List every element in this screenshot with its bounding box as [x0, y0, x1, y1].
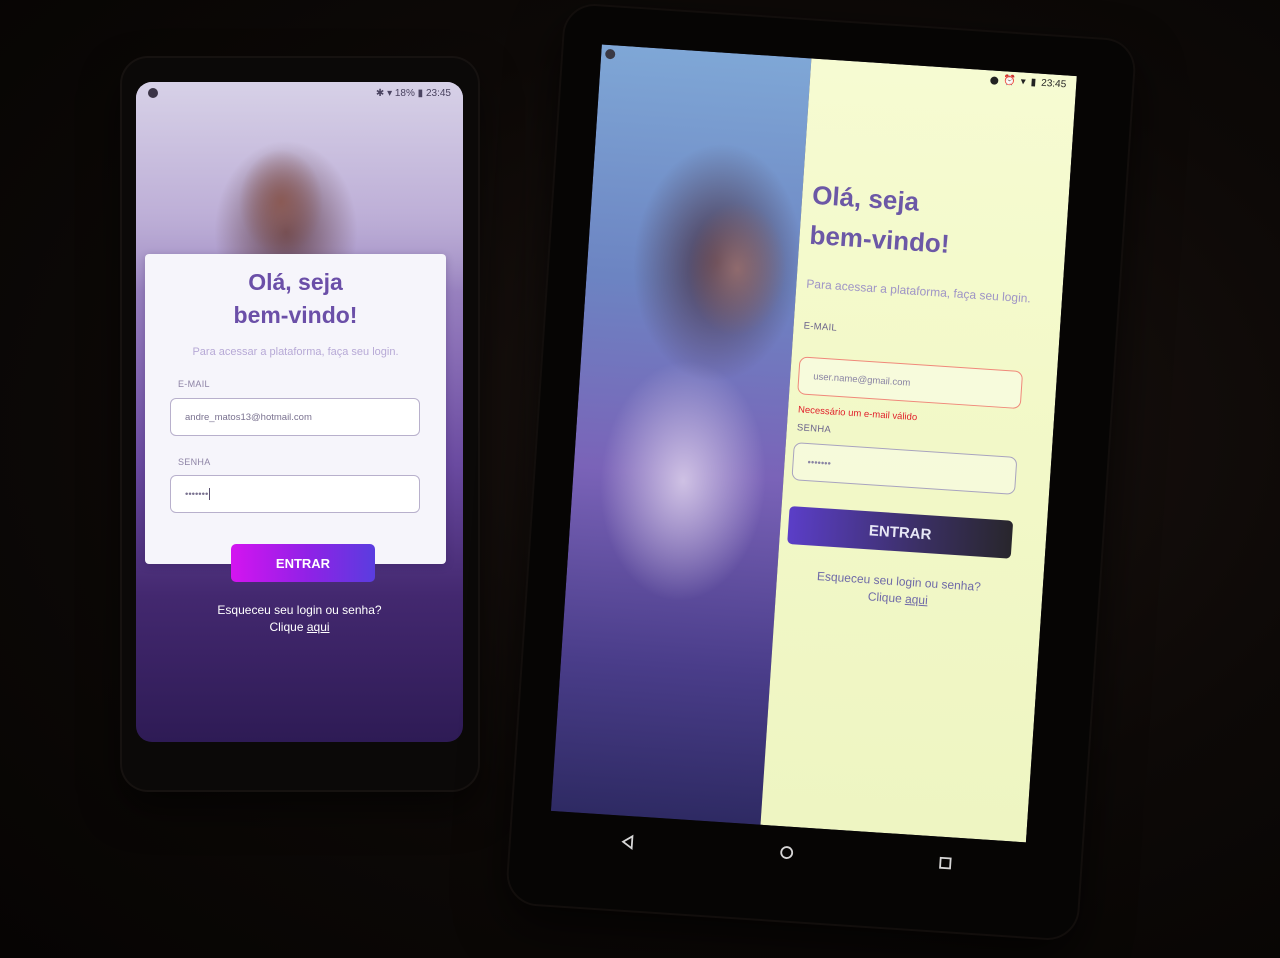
password-label: SENHA	[178, 457, 211, 467]
click-text: Clique	[867, 589, 903, 606]
recents-icon[interactable]	[936, 855, 953, 872]
status-time: 23:45	[425, 87, 451, 99]
login-card: Olá, seja bem-vindo! Para acessar a plat…	[145, 254, 446, 564]
email-value: andre_matos13@hotmail.com	[185, 411, 312, 423]
phone-right-screen: ⏰ ▾ ▮ 23:45 Olá, seja bem-vindo! Para ac…	[550, 44, 1077, 843]
photo-scene: ✱ ▾ 18% ▮ 23:45 Olá, seja bem-vindo! Par…	[0, 0, 1280, 958]
recover-link[interactable]: aqui	[905, 592, 929, 607]
password-field[interactable]: •••••••	[170, 475, 420, 513]
email-label: E-MAIL	[803, 320, 838, 334]
email-error-message: Necessário um e-mail válido	[797, 404, 918, 424]
login-button[interactable]: ENTRAR	[787, 505, 1014, 559]
battery-level: 18%	[394, 87, 415, 99]
phone-right: ⏰ ▾ ▮ 23:45 Olá, seja bem-vindo! Para ac…	[506, 4, 1136, 940]
password-value: •••••••	[185, 488, 209, 500]
login-panel: ⏰ ▾ ▮ 23:45 Olá, seja bem-vindo! Para ac…	[760, 58, 1077, 843]
bluetooth-icon: ✱	[375, 87, 385, 99]
login-subtitle: Para acessar a plataforma, faça seu logi…	[192, 346, 399, 358]
back-icon[interactable]	[620, 834, 637, 851]
email-field[interactable]: andre_matos13@hotmail.com	[170, 398, 420, 436]
text-cursor	[209, 488, 211, 500]
phone-left-screen: ✱ ▾ 18% ▮ 23:45 Olá, seja bem-vindo! Par…	[136, 82, 463, 742]
home-icon[interactable]	[778, 844, 795, 861]
status-bar: ⏰ ▾ ▮ 23:45	[990, 74, 1067, 90]
email-placeholder: user.name@gmail.com	[812, 370, 911, 389]
forgot-credentials: Esqueceu seu login ou senha? Clique aqui	[136, 602, 463, 636]
password-value: •••••••	[807, 456, 832, 470]
password-field[interactable]: •••••••	[791, 442, 1018, 495]
status-time: 23:45	[1040, 77, 1067, 91]
phone-left: ✱ ▾ 18% ▮ 23:45 Olá, seja bem-vindo! Par…	[122, 58, 478, 790]
alarm-icon: ⏰	[1002, 75, 1017, 88]
forgot-credentials: Esqueceu seu login ou senha? Clique aqui	[785, 566, 1011, 615]
dnd-icon	[990, 75, 999, 85]
wifi-icon: ▾	[1020, 76, 1027, 88]
email-label: E-MAIL	[178, 379, 210, 389]
login-button[interactable]: ENTRAR	[231, 544, 375, 582]
recover-link[interactable]: aqui	[307, 620, 330, 634]
battery-icon: ▮	[417, 87, 424, 99]
battery-icon: ▮	[1030, 77, 1037, 89]
wifi-icon: ▾	[387, 87, 393, 99]
status-indicators: ✱ ▾ 18% ▮ 23:45	[376, 88, 451, 99]
welcome-title: Olá, seja bem-vindo!	[233, 269, 358, 328]
email-field[interactable]: user.name@gmail.com	[797, 356, 1024, 410]
forgot-text: Esqueceu seu login ou senha?	[217, 603, 382, 617]
welcome-title: Olá, seja bem-vindo!	[808, 179, 951, 259]
app-notification-icon	[148, 88, 158, 98]
click-text: Clique	[269, 620, 304, 634]
login-subtitle: Para acessar a plataforma, faça seu logi…	[805, 276, 1032, 306]
status-bar: ✱ ▾ 18% ▮ 23:45	[136, 82, 463, 104]
password-label: SENHA	[796, 422, 832, 436]
